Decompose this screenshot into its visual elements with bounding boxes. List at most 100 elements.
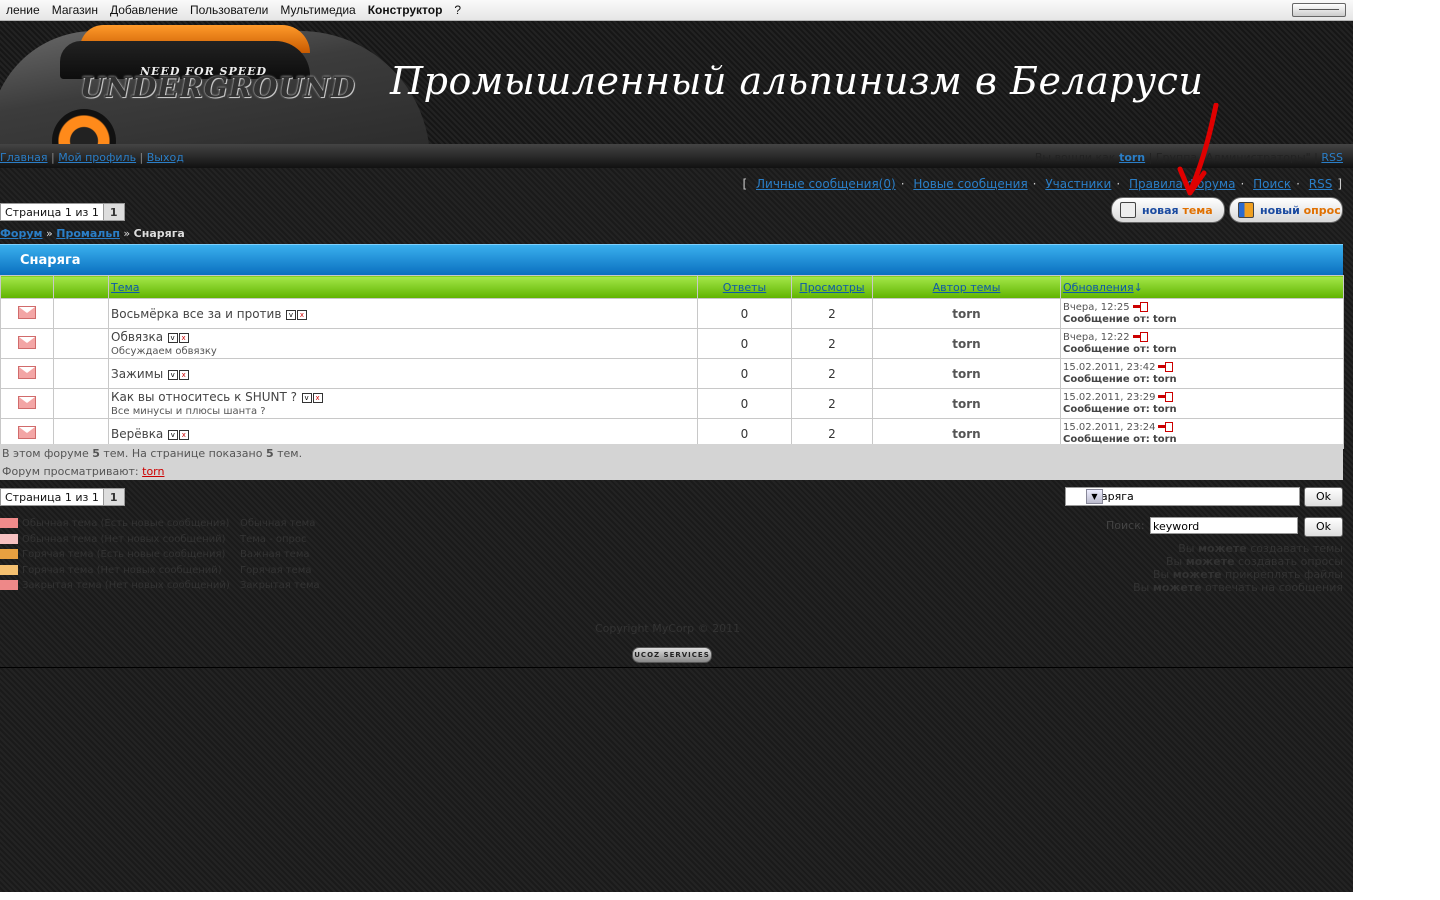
go-last-post-icon[interactable]	[1158, 392, 1174, 402]
pm-link[interactable]: Личные сообщения(0)	[756, 177, 896, 191]
topic-author[interactable]: torn	[872, 358, 1061, 389]
delete-icon[interactable]: x	[178, 369, 189, 380]
go-last-post-icon[interactable]	[1132, 302, 1148, 312]
last-post-date: Вчера, 12:22	[1063, 331, 1130, 343]
toolbar-slider-icon[interactable]	[1292, 3, 1346, 17]
admin-menu-help[interactable]: ?	[448, 3, 467, 17]
hot-topic-icon	[0, 564, 18, 575]
col-updated[interactable]: Обновления	[1063, 281, 1134, 294]
viewing-label: Форум просматривают:	[2, 465, 139, 478]
chevron-down-icon[interactable]: ▼	[1086, 489, 1103, 504]
goto-new-icon[interactable]: v	[167, 429, 178, 440]
admin-menu-media[interactable]: Мультимедиа	[274, 3, 361, 17]
viewer-link[interactable]: torn	[142, 465, 164, 478]
last-post-author[interactable]: torn	[1153, 434, 1177, 445]
topic-link[interactable]: Зажимы	[111, 367, 163, 381]
col-author[interactable]: Автор темы	[933, 281, 1001, 294]
closed-topic-icon	[0, 580, 18, 590]
new-message-icon	[0, 518, 18, 528]
goto-new-icon[interactable]: v	[167, 333, 178, 343]
goto-new-icon[interactable]: v	[301, 393, 312, 403]
last-post-author[interactable]: torn	[1153, 314, 1177, 325]
nav-username-link[interactable]: torn	[1119, 151, 1145, 164]
table-row: Как вы относитесь к SHUNT ? vx Все минус…	[0, 388, 1344, 419]
views-count: 2	[791, 388, 873, 419]
site-title: Промышленный альпинизм в Беларуси	[390, 59, 1204, 103]
topic-count-page: 5	[265, 447, 274, 460]
delete-icon[interactable]: x	[178, 429, 189, 440]
topic-author[interactable]: torn	[872, 298, 1061, 329]
topic-author[interactable]: torn	[872, 328, 1061, 359]
site-header: NEED FOR SPEED UNDERGROUND Промышленный …	[0, 21, 1353, 144]
goto-new-icon[interactable]: v	[167, 369, 178, 380]
topic-link[interactable]: Обвязка	[111, 330, 163, 344]
no-new-message-icon	[0, 533, 18, 544]
forum-top-links: [ Личные сообщения(0) · Новые сообщения · …	[742, 177, 1342, 191]
go-last-post-icon[interactable]	[1158, 362, 1174, 372]
admin-menu-shop[interactable]: Магазин	[46, 3, 104, 17]
last-post-date: Вчера, 12:25	[1063, 301, 1130, 313]
hot-topic-new-icon	[0, 549, 18, 559]
go-last-post-icon[interactable]	[1132, 332, 1148, 342]
header-car-image: NEED FOR SPEED UNDERGROUND	[0, 21, 440, 144]
col-topic[interactable]: Тема	[111, 281, 140, 294]
topic-author[interactable]: torn	[872, 388, 1061, 419]
nav-home-link[interactable]: Главная	[0, 151, 48, 164]
nav-rss-link[interactable]: RSS	[1321, 151, 1343, 164]
pager-bottom: Страница 1 из 1 1	[0, 488, 125, 506]
jump-ok-button[interactable]: Ok	[1304, 487, 1343, 507]
last-post-date: 15.02.2011, 23:24	[1063, 421, 1156, 433]
new-poll-icon	[1238, 202, 1254, 218]
new-topic-button[interactable]: новая тема	[1111, 197, 1225, 223]
header-logo: NEED FOR SPEED UNDERGROUND	[80, 65, 356, 104]
go-last-post-icon[interactable]	[1158, 422, 1174, 432]
forum-jump-select[interactable]: Снаряга ▼	[1065, 487, 1300, 506]
topic-link[interactable]: Восьмёрка все за и против	[111, 307, 281, 321]
nav-profile-link[interactable]: Мой профиль	[58, 151, 136, 164]
members-link[interactable]: Участники	[1045, 177, 1111, 191]
col-replies[interactable]: Ответы	[723, 281, 766, 294]
delete-icon[interactable]: x	[178, 333, 189, 343]
envelope-icon	[18, 335, 36, 349]
goto-new-icon[interactable]: v	[285, 309, 296, 320]
topic-link[interactable]: Верёвка	[111, 427, 163, 441]
pager-label: Страница 1 из 1	[0, 203, 104, 221]
replies-count: 0	[697, 298, 792, 329]
ucoz-badge[interactable]: UCOZ SERVICES	[632, 647, 712, 663]
sort-desc-icon: ↓	[1133, 280, 1143, 294]
new-poll-button[interactable]: новый опрос	[1229, 197, 1343, 223]
table-row: Обвязка vx Обсуждаем обвязку 0 2 torn Вч…	[0, 328, 1344, 359]
topic-link[interactable]: Как вы относитесь к SHUNT ?	[111, 390, 297, 404]
forum-table: Снаряга Тема Ответы Просмотры Автор темы…	[0, 244, 1344, 449]
last-post-author[interactable]: torn	[1153, 344, 1177, 355]
admin-menu-constructor[interactable]: Конструктор	[362, 3, 449, 17]
new-topic-icon	[1120, 202, 1136, 218]
crumb-forum[interactable]: Форум	[0, 227, 43, 240]
rss-link[interactable]: RSS	[1309, 177, 1333, 191]
search-link[interactable]: Поиск	[1253, 177, 1291, 191]
admin-menu-manage[interactable]: ление	[0, 3, 46, 17]
last-post-author[interactable]: torn	[1153, 374, 1177, 385]
nav-logout-link[interactable]: Выход	[147, 151, 184, 164]
views-count: 2	[791, 298, 873, 329]
topics-table: Тема Ответы Просмотры Автор темы Обновле…	[0, 275, 1344, 449]
search-ok-button[interactable]: Ok	[1304, 517, 1343, 537]
breadcrumb: Форум » Промальп » Снаряга	[0, 227, 185, 240]
last-post-author[interactable]: torn	[1153, 404, 1177, 415]
delete-icon[interactable]: x	[296, 309, 307, 320]
logged-in-label: Вы вошли как	[1034, 151, 1116, 164]
envelope-icon	[18, 425, 36, 439]
col-views[interactable]: Просмотры	[799, 281, 864, 294]
search-input[interactable]: keyword	[1150, 517, 1298, 534]
last-post-date: 15.02.2011, 23:42	[1063, 361, 1156, 373]
admin-menu-add[interactable]: Добавление	[104, 3, 184, 17]
admin-menu-users[interactable]: Пользователи	[184, 3, 274, 17]
delete-icon[interactable]: x	[312, 393, 323, 403]
views-count: 2	[791, 358, 873, 389]
new-messages-link[interactable]: Новые сообщения	[913, 177, 1027, 191]
search-label: Поиск:	[1106, 519, 1145, 532]
replies-count: 0	[697, 328, 792, 359]
crumb-section[interactable]: Промальп	[56, 227, 120, 240]
pager-page-1[interactable]: 1	[103, 203, 125, 221]
pager-page-1[interactable]: 1	[103, 488, 125, 506]
